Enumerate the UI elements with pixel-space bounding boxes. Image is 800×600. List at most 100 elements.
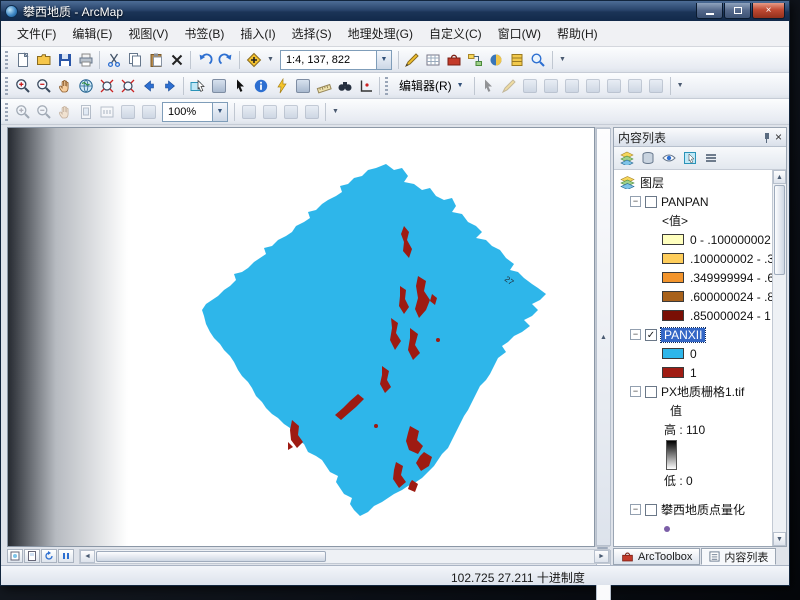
layout-zoom-in-button[interactable] <box>12 101 33 122</box>
scroll-left-button[interactable]: ◄ <box>80 549 95 563</box>
cut-button[interactable] <box>103 49 124 70</box>
menu-insert[interactable]: 插入(I) <box>232 21 283 46</box>
panpan-label[interactable]: PANPAN <box>661 195 709 209</box>
panxii-checkbox[interactable]: ✓ <box>645 328 657 341</box>
select-elements-button[interactable] <box>229 75 250 96</box>
add-data-dropdown[interactable]: ▼ <box>264 56 277 63</box>
collapse-icon[interactable]: − <box>630 196 641 207</box>
toggle-draft-mode-button[interactable] <box>238 101 259 122</box>
new-map-button[interactable] <box>12 49 33 70</box>
collapse-icon[interactable]: − <box>630 386 641 397</box>
zoom-dropdown-icon[interactable]: ▼ <box>212 102 227 121</box>
list-by-source-button[interactable] <box>638 149 657 168</box>
reshape-feature-button[interactable] <box>604 75 625 96</box>
layer-panpan[interactable]: − PANPAN <box>614 192 772 211</box>
hyperlink-button[interactable] <box>271 75 292 96</box>
go-forward-extent-button[interactable] <box>159 75 180 96</box>
zoom-out-button[interactable] <box>33 75 54 96</box>
fixed-zoom-out-button[interactable] <box>117 75 138 96</box>
scroll-right-button[interactable]: ► <box>594 549 609 563</box>
list-by-selection-button[interactable] <box>680 149 699 168</box>
arctoolbox-button[interactable] <box>444 49 465 70</box>
layout-pan-button[interactable] <box>54 101 75 122</box>
menu-bookmarks[interactable]: 书签(B) <box>176 21 232 46</box>
menu-customize[interactable]: 自定义(C) <box>421 21 490 46</box>
layer-raster[interactable]: − PX地质栅格1.tif <box>614 382 772 401</box>
panpan-checkbox[interactable] <box>645 195 657 208</box>
copy-button[interactable] <box>124 49 145 70</box>
tab-contents[interactable]: 内容列表 <box>701 548 777 565</box>
edit-tool-button[interactable] <box>478 75 499 96</box>
toc-scrollbar[interactable]: ▲ ▼ <box>772 170 786 546</box>
minimize-button[interactable] <box>696 3 723 19</box>
pin-icon[interactable] <box>762 132 771 143</box>
pan-button[interactable] <box>54 75 75 96</box>
raster-label[interactable]: PX地质栅格1.tif <box>661 383 744 400</box>
identify-button[interactable] <box>250 75 271 96</box>
toolbar-grip[interactable] <box>5 102 8 121</box>
toolbar-grip[interactable] <box>5 50 8 69</box>
save-button[interactable] <box>54 49 75 70</box>
map-vertical-scrollbar[interactable]: ▲ ▼ <box>595 127 611 600</box>
map-canvas[interactable]: 27 <box>7 127 595 547</box>
zoom-whole-page-button[interactable] <box>75 101 96 122</box>
panxii-region-polygon[interactable] <box>202 164 546 516</box>
cut-polygons-button[interactable] <box>625 75 646 96</box>
menu-file[interactable]: 文件(F) <box>9 21 64 46</box>
go-to-xy-button[interactable] <box>355 75 376 96</box>
zoom-percent-combo[interactable]: 100% ▼ <box>162 101 228 122</box>
search-window-button[interactable] <box>528 49 549 70</box>
find-button[interactable] <box>334 75 355 96</box>
fixed-zoom-in-button[interactable] <box>96 75 117 96</box>
points-label[interactable]: 攀西地质点量化 <box>661 501 745 518</box>
change-layout-button[interactable] <box>280 101 301 122</box>
map-horizontal-scrollbar[interactable]: ◄ ► <box>79 548 610 564</box>
full-extent-button[interactable] <box>75 75 96 96</box>
layout-zoom-out-button[interactable] <box>33 101 54 122</box>
map-scale-combo[interactable]: 1:4, 137, 822 ▼ <box>279 49 392 70</box>
paste-button[interactable] <box>145 49 166 70</box>
endpoint-arc-button[interactable] <box>541 75 562 96</box>
panxii-label-selected[interactable]: PANXII <box>659 326 707 343</box>
toolbar-options-dropdown[interactable]: ▼ <box>556 56 569 63</box>
delete-button[interactable] <box>166 49 187 70</box>
measure-button[interactable] <box>313 75 334 96</box>
fixed-zoom-in-page-button[interactable] <box>117 101 138 122</box>
edit-vertices-button[interactable] <box>583 75 604 96</box>
toolbar-options-dropdown[interactable]: ▼ <box>674 82 687 89</box>
collapse-icon[interactable]: − <box>630 329 641 340</box>
toc-scroll-up[interactable]: ▲ <box>773 170 786 184</box>
toc-header[interactable]: 内容列表 × <box>614 128 786 147</box>
menu-window[interactable]: 窗口(W) <box>490 21 549 46</box>
title-bar[interactable]: 攀西地质 - ArcMap × <box>1 1 789 21</box>
menu-help[interactable]: 帮助(H) <box>549 21 606 46</box>
layer-points[interactable]: − 攀西地质点量化 <box>614 500 772 519</box>
clear-selection-button[interactable] <box>208 75 229 96</box>
raster-checkbox[interactable] <box>645 385 657 398</box>
catalog-window-button[interactable] <box>507 49 528 70</box>
list-by-visibility-button[interactable] <box>659 149 678 168</box>
print-button[interactable] <box>75 49 96 70</box>
scroll-up-button[interactable]: ▲ <box>596 128 611 546</box>
editor-dropdown[interactable]: 编辑器(R) ▼ <box>392 75 471 96</box>
menu-view[interactable]: 视图(V) <box>120 21 176 46</box>
list-by-drawing-order-button[interactable] <box>617 149 636 168</box>
redo-button[interactable] <box>215 49 236 70</box>
add-data-button[interactable] <box>243 49 264 70</box>
open-button[interactable] <box>33 49 54 70</box>
tab-arctoolbox[interactable]: ArcToolbox <box>613 548 701 565</box>
zoom-100-button[interactable] <box>96 101 117 122</box>
pause-drawing-button[interactable] <box>58 549 74 563</box>
go-back-extent-button[interactable] <box>138 75 159 96</box>
focus-data-frame-button[interactable] <box>259 101 280 122</box>
editor-toolbar-button[interactable] <box>402 49 423 70</box>
select-features-button[interactable] <box>187 75 208 96</box>
modelbuilder-button[interactable] <box>465 49 486 70</box>
toc-options-button[interactable] <box>701 149 720 168</box>
scale-dropdown-icon[interactable]: ▼ <box>375 50 391 69</box>
maximize-button[interactable] <box>724 3 751 19</box>
toolbar-grip[interactable] <box>5 76 8 95</box>
html-popup-button[interactable] <box>292 75 313 96</box>
collapse-icon[interactable]: − <box>630 504 641 515</box>
undo-button[interactable] <box>194 49 215 70</box>
